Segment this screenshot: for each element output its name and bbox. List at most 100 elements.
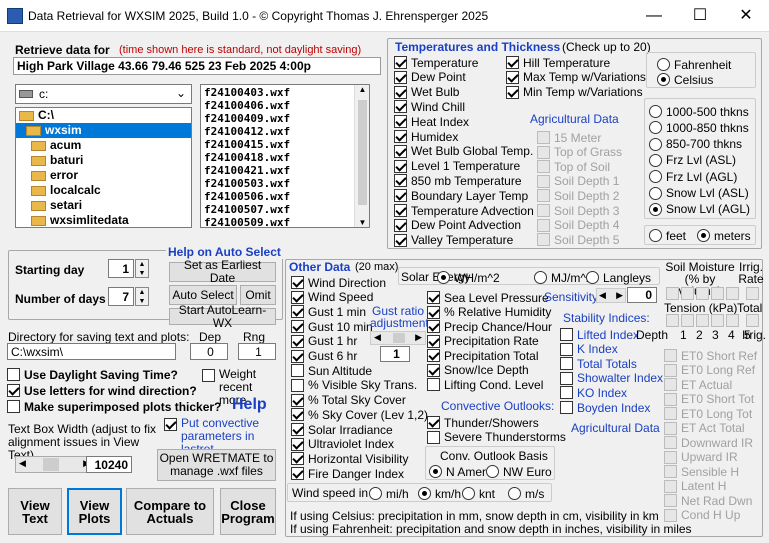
checkbox-box[interactable] xyxy=(394,115,407,129)
dir-item[interactable]: error xyxy=(16,168,191,183)
radio-dot[interactable] xyxy=(657,58,670,71)
checkbox-box[interactable] xyxy=(394,100,407,114)
temp-checkbox-12[interactable]: Valley Temperature xyxy=(394,233,513,248)
option-checkbox-2[interactable]: Make superimposed plots thicker? xyxy=(7,399,221,414)
file-item[interactable]: f24100415.wxf xyxy=(201,138,369,151)
checkbox-box[interactable] xyxy=(291,305,304,319)
other-checkbox-9[interactable]: % Sky Cover (Lev 1,2) xyxy=(291,407,428,422)
checkbox-box[interactable] xyxy=(427,320,440,333)
help-auto-select-link[interactable]: Help on Auto Select xyxy=(166,245,283,259)
radio-dot[interactable] xyxy=(418,487,431,500)
option-checkbox-0[interactable]: Use Daylight Saving Time? xyxy=(7,367,178,382)
num-days-input[interactable]: 7 xyxy=(108,287,134,306)
checkbox-box[interactable] xyxy=(394,70,407,84)
temp-checkbox-10[interactable]: Temperature Advection xyxy=(394,203,534,218)
minimize-button[interactable]: — xyxy=(631,0,677,32)
textbox-width-slider[interactable]: ◀ ▶ xyxy=(15,456,94,473)
sensitivity-slider[interactable]: ◀ ▶ xyxy=(596,288,626,303)
other-checkbox-11[interactable]: Ultraviolet Index xyxy=(291,437,394,452)
dep-input[interactable]: 0 xyxy=(190,343,228,360)
height-unit-radio-1[interactable]: meters xyxy=(697,228,751,243)
convective-checkbox[interactable] xyxy=(164,417,181,432)
compare-actuals-button[interactable]: Compare to Actuals xyxy=(126,488,214,535)
checkbox-box[interactable] xyxy=(394,159,407,173)
checkbox-box[interactable] xyxy=(506,85,519,99)
conv-checkbox-0[interactable]: Thunder/Showers xyxy=(427,415,539,430)
thickness-radio-4[interactable]: Frz Lvl (AGL) xyxy=(649,169,737,184)
file-item[interactable]: f24100409.wxf xyxy=(201,112,369,125)
checkbox-box[interactable] xyxy=(394,218,407,232)
radio-dot[interactable] xyxy=(462,487,475,500)
close-program-button[interactable]: Close Program xyxy=(220,488,276,535)
radio-dot[interactable] xyxy=(586,271,599,284)
checkbox-box[interactable] xyxy=(291,290,304,304)
radio-dot[interactable] xyxy=(508,487,521,500)
other2-checkbox-0[interactable]: Sea Level Pressure xyxy=(427,290,549,305)
other-checkbox-5[interactable]: Gust 6 hr xyxy=(291,349,357,364)
stability-checkbox-0[interactable]: Lifted Index xyxy=(560,327,639,342)
checkbox-box[interactable] xyxy=(394,189,407,203)
chevron-down-icon[interactable]: ⌄ xyxy=(176,86,186,100)
other-checkbox-13[interactable]: Fire Danger Index xyxy=(291,466,404,481)
wind-unit-radio-0[interactable]: mi/h xyxy=(369,486,409,501)
file-item[interactable]: f24100418.wxf xyxy=(201,151,369,164)
other-checkbox-0[interactable]: Wind Direction xyxy=(291,275,386,290)
temp-checkbox-4[interactable]: Heat Index xyxy=(394,114,469,129)
weight-checkbox[interactable] xyxy=(202,368,219,383)
radio-dot[interactable] xyxy=(657,73,670,86)
temp-checkbox-9[interactable]: Boundary Layer Temp xyxy=(394,188,528,203)
other2-checkbox-4[interactable]: Precipitation Total xyxy=(427,348,539,363)
checkbox-box[interactable] xyxy=(291,408,304,422)
checkbox-box[interactable] xyxy=(291,393,304,407)
radio-dot[interactable] xyxy=(649,121,662,135)
temp-checkbox-7[interactable]: Level 1 Temperature xyxy=(394,159,520,174)
checkbox-box[interactable] xyxy=(394,85,407,99)
dir-item[interactable]: acum xyxy=(16,138,191,153)
checkbox-box[interactable] xyxy=(394,204,407,217)
checkbox-box[interactable] xyxy=(560,386,573,400)
checkbox-box[interactable] xyxy=(291,364,304,378)
open-wretmate-button[interactable]: Open WRETMATE to manage .wxf files xyxy=(157,449,276,481)
radio-dot[interactable] xyxy=(697,229,710,242)
checkbox-box[interactable] xyxy=(164,418,177,431)
thickness-radio-2[interactable]: 850-700 thkns xyxy=(649,137,742,152)
maximize-button[interactable]: ☐ xyxy=(677,0,723,32)
temp-right-checkbox-0[interactable]: Hill Temperature xyxy=(506,55,610,70)
checkbox-box[interactable] xyxy=(427,378,440,391)
file-item[interactable]: f24100509.wxf xyxy=(201,216,369,227)
other2-checkbox-1[interactable]: % Relative Humidity xyxy=(427,305,551,320)
stability-checkbox-4[interactable]: KO Index xyxy=(560,385,627,400)
other-checkbox-7[interactable]: % Visible Sky Trans. xyxy=(291,378,417,393)
sensitivity-input[interactable]: 0 xyxy=(627,287,657,303)
conv-basis-radio-0[interactable]: N Amer xyxy=(429,464,486,479)
temp-unit-radio-1[interactable]: Celsius xyxy=(657,72,713,87)
file-item[interactable]: f24100406.wxf xyxy=(201,99,369,112)
other-checkbox-6[interactable]: Sun Altitude xyxy=(291,363,372,378)
temp-right-checkbox-1[interactable]: Max Temp w/Variations xyxy=(506,70,646,85)
checkbox-box[interactable] xyxy=(291,437,304,451)
checkbox-box[interactable] xyxy=(427,349,440,362)
stability-checkbox-1[interactable]: K Index xyxy=(560,342,618,357)
temp-checkbox-5[interactable]: Humidex xyxy=(394,129,458,144)
dir-item[interactable]: localcalc xyxy=(16,183,191,198)
radio-dot[interactable] xyxy=(649,186,662,200)
radio-dot[interactable] xyxy=(534,271,547,284)
num-days-spinner[interactable]: ▲ ▼ xyxy=(135,287,149,306)
checkbox-box[interactable] xyxy=(394,56,407,69)
checkbox-box[interactable] xyxy=(506,56,519,69)
file-list[interactable]: f24100403.wxf f24100406.wxf f24100409.wxf f… xyxy=(200,84,370,228)
temp-checkbox-8[interactable]: 850 mb Temperature xyxy=(394,173,522,188)
radio-dot[interactable] xyxy=(437,271,450,284)
other-checkbox-12[interactable]: Horizontal Visibility xyxy=(291,451,408,466)
other2-checkbox-3[interactable]: Precipitation Rate xyxy=(427,334,539,349)
radio-dot[interactable] xyxy=(429,465,442,478)
set-earliest-button[interactable]: Set as Earliest Date xyxy=(169,259,276,285)
save-dir-input[interactable]: C:\wxsim\ xyxy=(7,343,176,360)
radio-dot[interactable] xyxy=(369,487,382,500)
checkbox-box[interactable] xyxy=(291,452,304,466)
file-item[interactable]: f24100506.wxf xyxy=(201,190,369,203)
other-checkbox-1[interactable]: Wind Speed xyxy=(291,290,373,305)
checkbox-box[interactable] xyxy=(427,334,440,348)
other-checkbox-8[interactable]: % Total Sky Cover xyxy=(291,393,406,408)
checkbox-box[interactable] xyxy=(506,70,519,84)
